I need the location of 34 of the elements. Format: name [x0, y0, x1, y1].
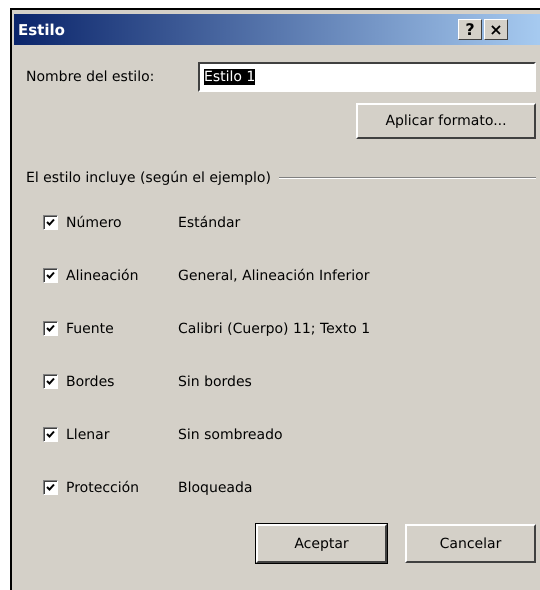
checkbox[interactable]: [43, 480, 58, 495]
field-label: Nombre del estilo:: [26, 69, 156, 85]
checkmark-icon: [46, 483, 55, 492]
apply-format-button[interactable]: Aplicar formato...: [356, 103, 536, 139]
help-button[interactable]: ?: [458, 19, 482, 40]
checkmark-icon: [46, 271, 55, 280]
checkbox-label[interactable]: Alineación: [66, 268, 178, 284]
checkbox-label[interactable]: Número: [66, 214, 178, 230]
style-value: Sin bordes: [178, 374, 252, 390]
field-value: Estilo 1: [204, 69, 256, 85]
checkbox-label[interactable]: Llenar: [66, 426, 178, 442]
checkbox[interactable]: [43, 374, 58, 389]
window-title: Estilo: [18, 20, 65, 38]
checkbox-label[interactable]: Fuente: [66, 320, 178, 336]
checkbox[interactable]: [43, 427, 58, 442]
checkbox-label[interactable]: Bordes: [66, 374, 178, 390]
checkbox-label[interactable]: Protección: [66, 480, 178, 496]
checkmark-icon: [46, 430, 55, 439]
style-name-field[interactable]: Estilo 1: [198, 62, 536, 92]
checkbox[interactable]: [43, 215, 58, 230]
checkmark-icon: [46, 218, 55, 227]
style-value: Calibri (Cuerpo) 11; Texto 1: [178, 320, 370, 336]
checkbox[interactable]: [43, 321, 58, 336]
style-value: General, Alineación Inferior: [178, 268, 370, 284]
cancel-button[interactable]: Cancelar: [405, 524, 536, 563]
checkbox[interactable]: [43, 268, 58, 283]
style-value: Bloqueada: [178, 480, 252, 496]
style-value: Estándar: [178, 214, 240, 230]
close-button[interactable]: ×: [484, 19, 508, 40]
group-title: El estilo incluye (según el ejemplo): [26, 170, 271, 186]
ok-button[interactable]: Aceptar: [256, 524, 387, 563]
checkmark-icon: [46, 324, 55, 333]
checkmark-icon: [46, 377, 55, 386]
style-value: Sin sombreado: [178, 426, 283, 442]
